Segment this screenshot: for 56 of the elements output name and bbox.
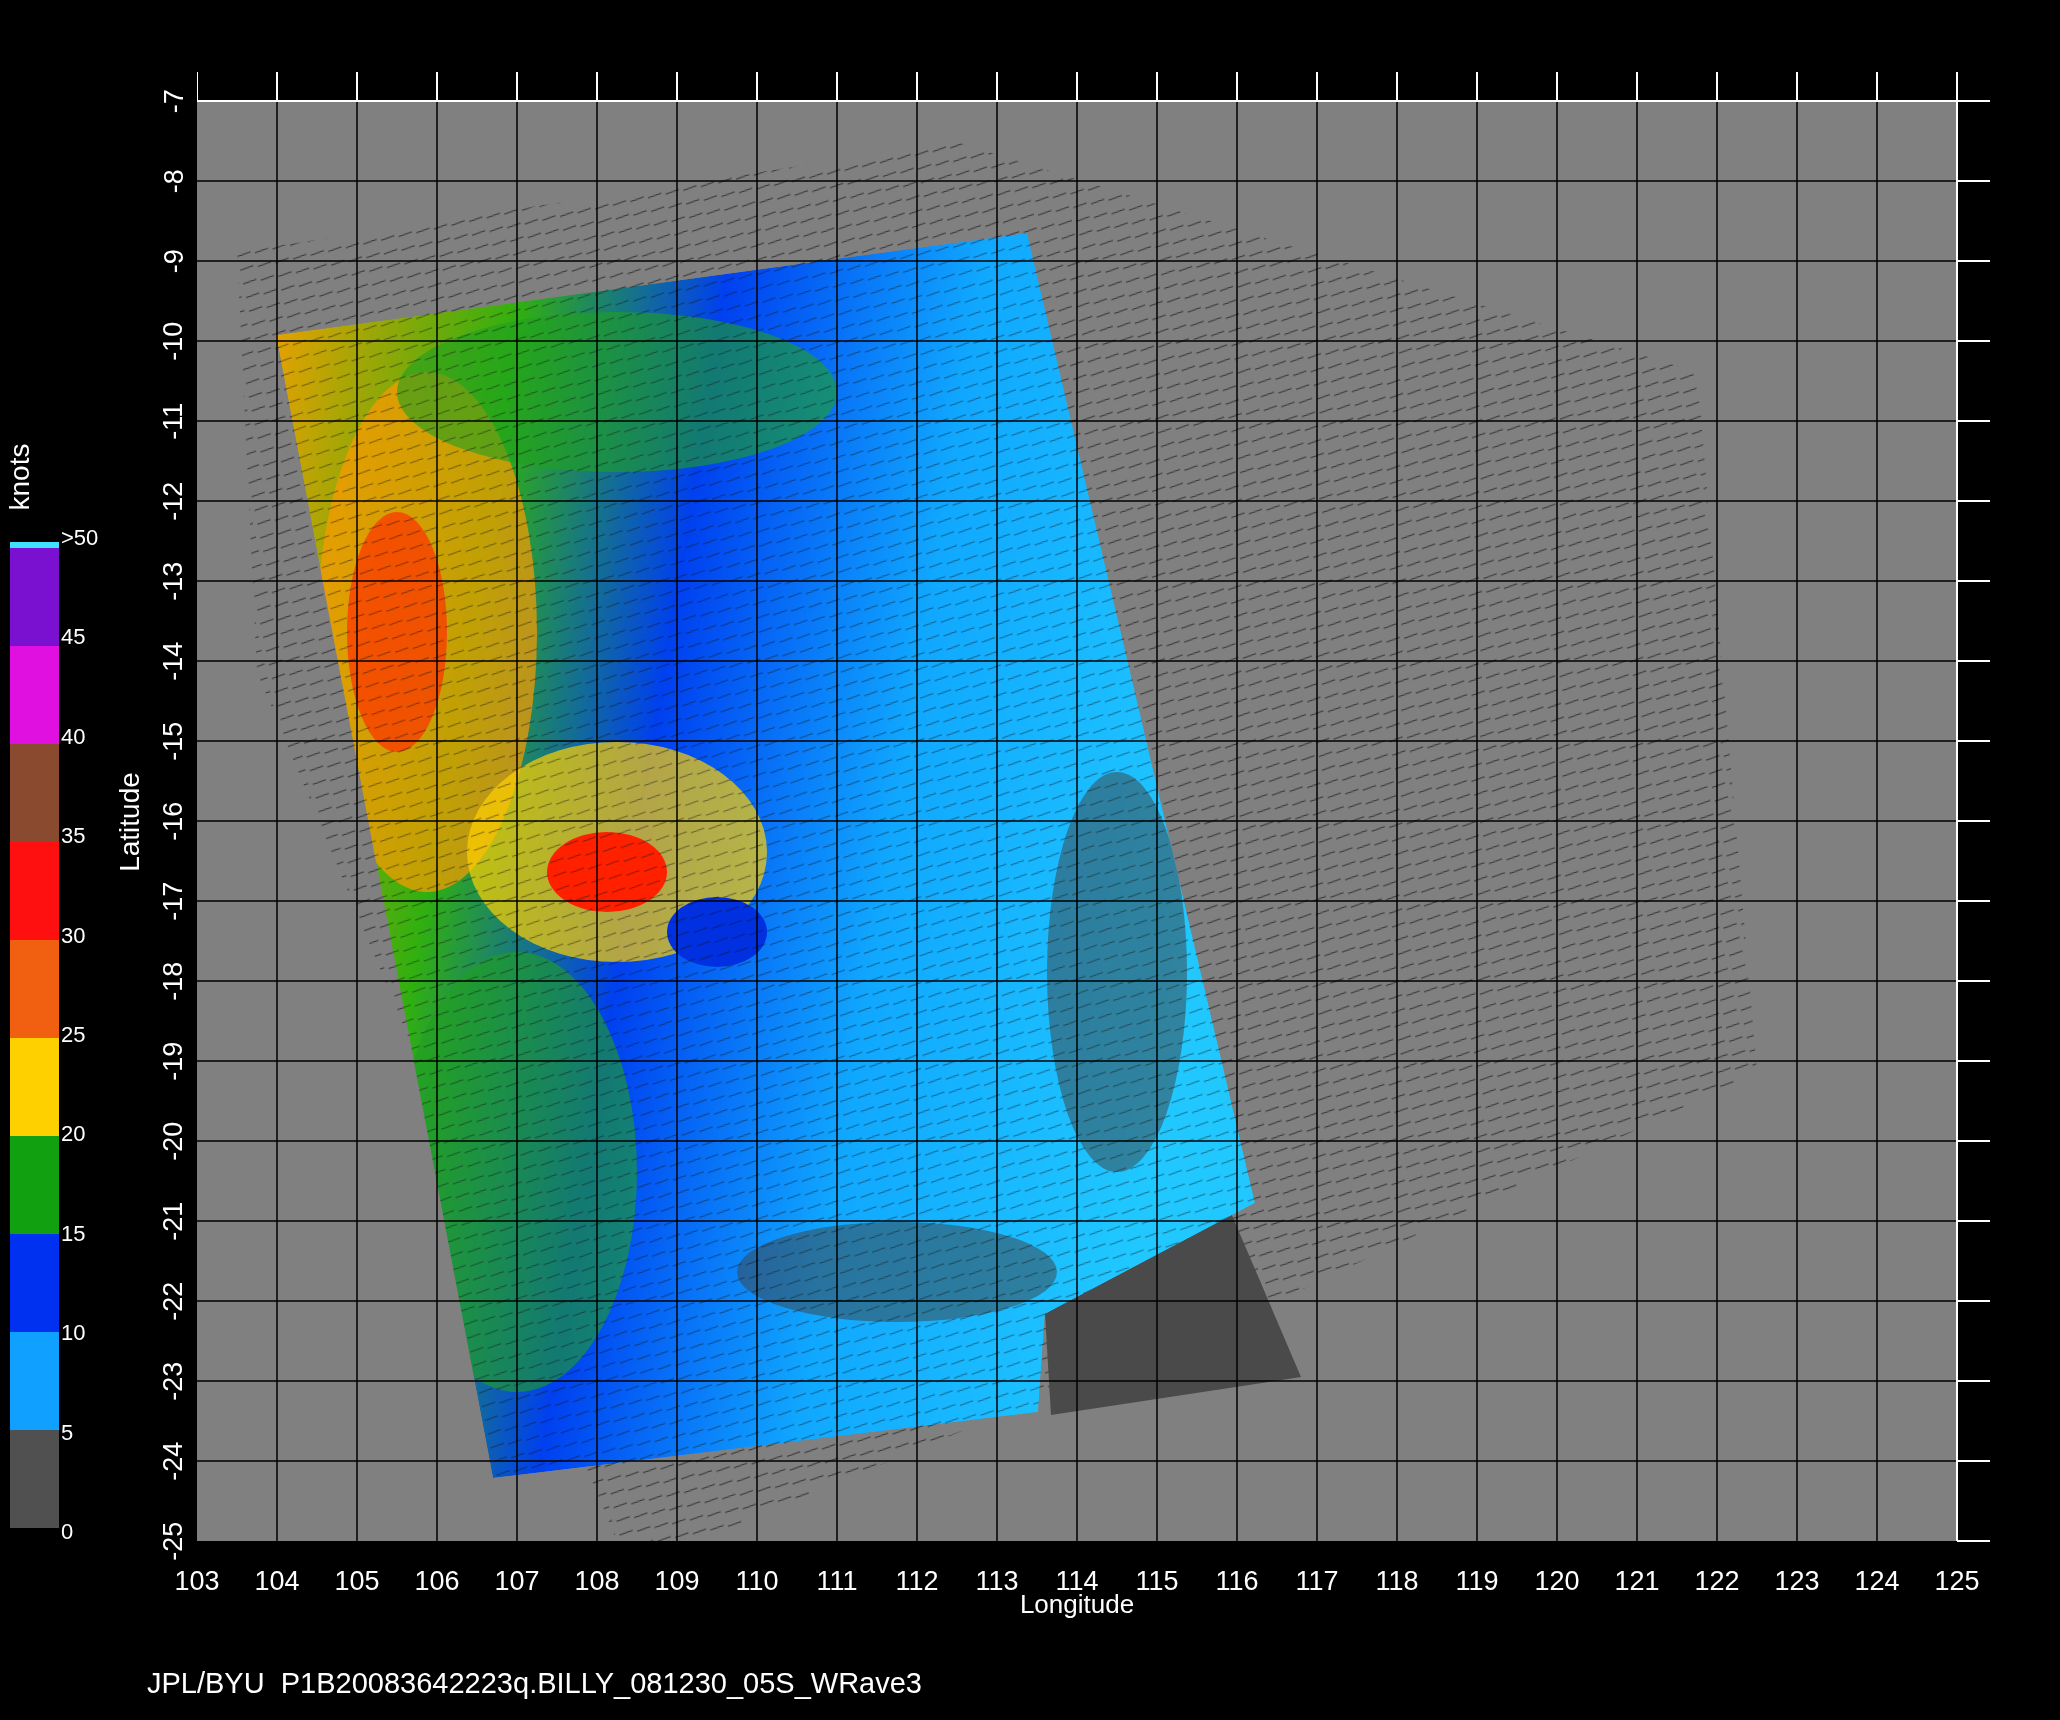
tick-label: -7 — [157, 89, 190, 113]
tick-label: 107 — [494, 1566, 540, 1596]
tick-label: -17 — [157, 881, 190, 921]
tick-label: 110 — [735, 1566, 779, 1596]
tick-label: -23 — [157, 1361, 190, 1401]
tick-label: -14 — [157, 641, 190, 681]
tick-label: -13 — [157, 561, 190, 601]
tick-label: 123 — [1774, 1566, 1820, 1596]
colorbar-label: 5 — [61, 1421, 75, 1444]
colorbar-label: 10 — [61, 1322, 87, 1345]
colorbar-label: 30 — [61, 924, 87, 947]
tick-label: -19 — [157, 1041, 190, 1081]
tick-label: -20 — [157, 1121, 190, 1161]
axis-title: Latitude — [113, 772, 146, 872]
tick-label: 121 — [1614, 1566, 1660, 1596]
tick-label: -18 — [157, 961, 190, 1001]
tick-label: 125 — [1934, 1566, 1980, 1596]
tick-label: 119 — [1455, 1566, 1499, 1596]
colorbar-label: 15 — [61, 1222, 87, 1245]
tick-label: -15 — [157, 721, 190, 761]
colorbar-label: 0 — [61, 1520, 75, 1543]
tick-label: 104 — [254, 1566, 300, 1596]
axis-title: Longitude — [1019, 1590, 1135, 1618]
colorbar-label: 45 — [61, 626, 87, 649]
tick-label: 103 — [174, 1566, 220, 1596]
tick-label: 116 — [1215, 1566, 1259, 1596]
colorbar-label: >50 — [61, 527, 99, 549]
tick-label: 124 — [1854, 1566, 1900, 1596]
colorbar-label: 35 — [61, 825, 87, 848]
tick-label: -22 — [157, 1281, 190, 1321]
tick-label: 112 — [895, 1566, 939, 1596]
tick-label: -24 — [157, 1441, 190, 1481]
tick-label: 120 — [1534, 1566, 1580, 1596]
tick-label: 117 — [1295, 1566, 1339, 1596]
colorbar-label: 40 — [61, 725, 87, 748]
tick-label: 105 — [334, 1566, 380, 1596]
tick-label: -12 — [157, 481, 190, 521]
tick-label: 115 — [1135, 1566, 1179, 1596]
tick-label: -25 — [157, 1521, 190, 1561]
tick-label: 122 — [1694, 1566, 1740, 1596]
tick-label: 108 — [574, 1566, 620, 1596]
colorbar-label: 20 — [61, 1123, 87, 1146]
tick-label: -21 — [157, 1201, 190, 1241]
tick-label: 113 — [975, 1566, 1019, 1596]
colorbar-unit-label: knots — [3, 443, 36, 511]
tick-label: -9 — [157, 249, 190, 273]
tick-label: 106 — [414, 1566, 460, 1596]
tick-label: 111 — [816, 1566, 858, 1596]
caption: JPL/BYU P1B20083642223q.BILLY_081230_05S_WRave3 — [147, 1667, 922, 1699]
tick-label: -8 — [157, 169, 190, 193]
tick-label: 109 — [654, 1566, 700, 1596]
tick-label: -10 — [157, 321, 190, 361]
tick-label: -11 — [157, 402, 190, 440]
colorbar-label: 25 — [61, 1023, 87, 1046]
tick-label: 118 — [1375, 1566, 1419, 1596]
tick-label: -16 — [157, 801, 190, 841]
